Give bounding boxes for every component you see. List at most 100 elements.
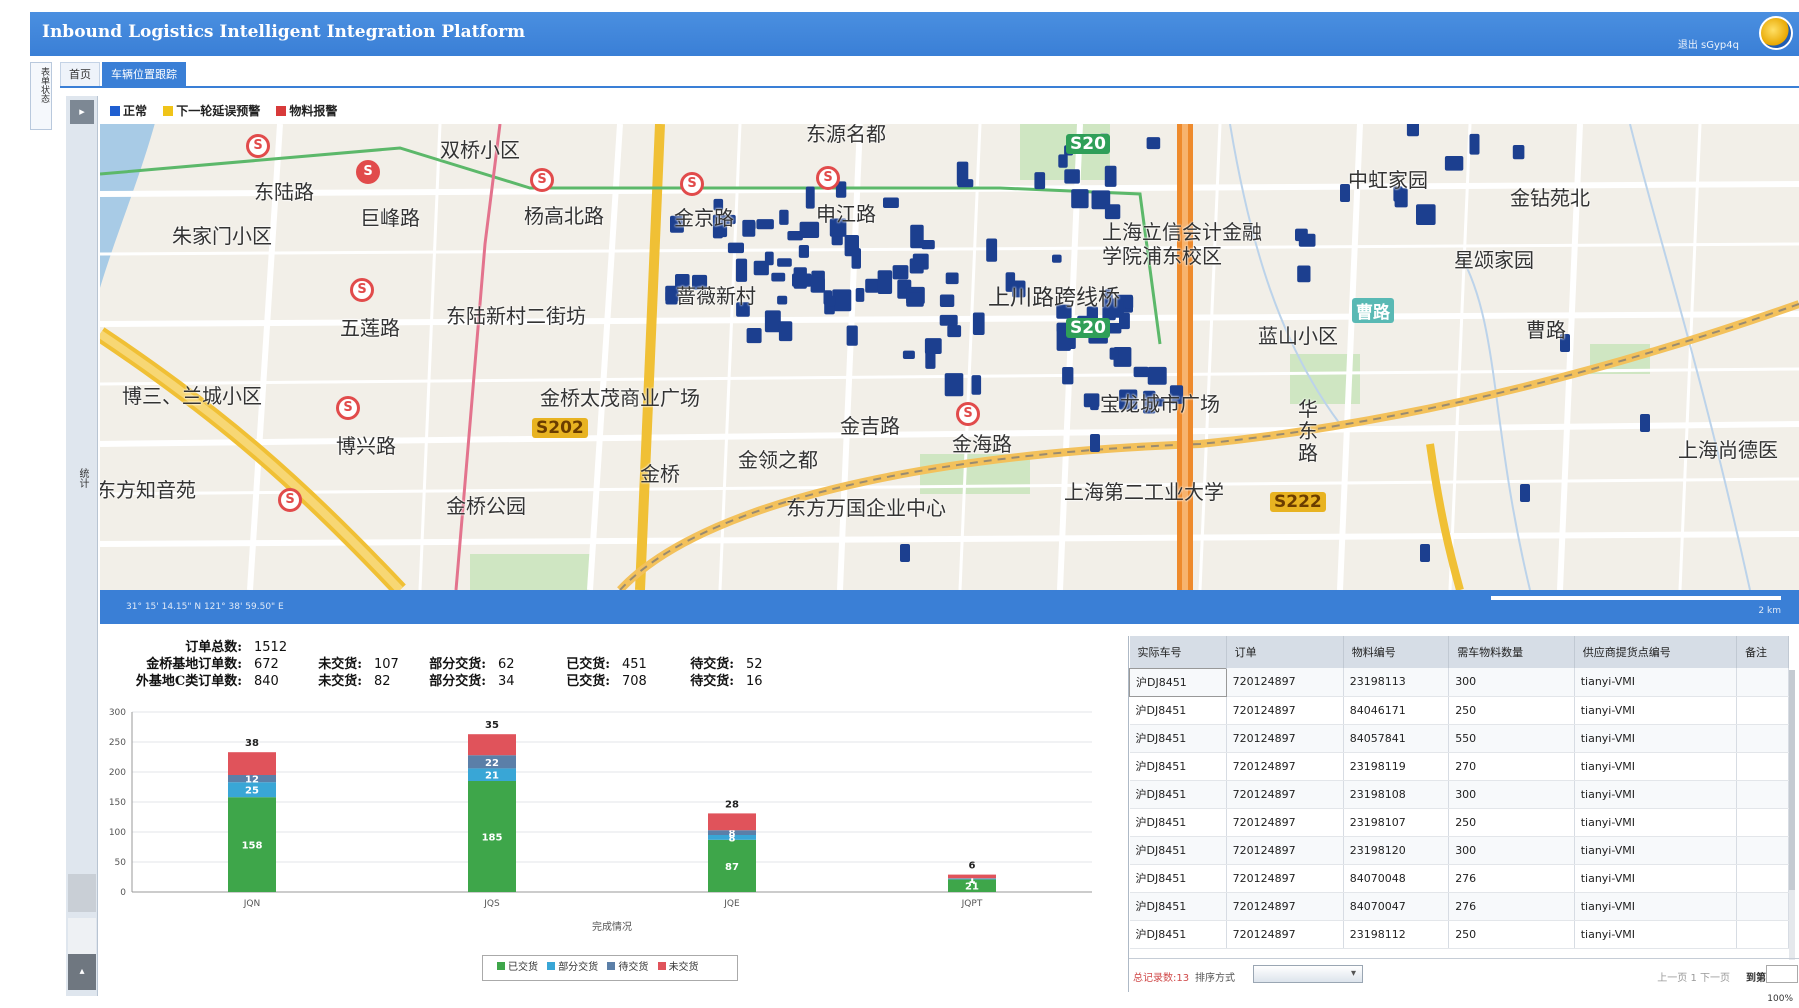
table-row[interactable]: 沪DJ8451 720124897 23198119 270 tianyi-VMI: [1129, 752, 1789, 781]
vehicle-marker[interactable]: [1444, 156, 1464, 171]
vehicle-marker[interactable]: [778, 321, 793, 342]
vehicle-marker[interactable]: [1469, 133, 1480, 155]
vehicle-marker[interactable]: [805, 186, 815, 209]
table-row[interactable]: 沪DJ8451 720124897 23198108 300 tianyi-VMI: [1129, 780, 1789, 809]
vehicle-marker[interactable]: [1064, 169, 1080, 184]
table-row[interactable]: 沪DJ8451 720124897 23198112 250 tianyi-VMI: [1129, 920, 1789, 949]
vehicle-marker[interactable]: [1052, 254, 1062, 263]
vehicle-marker[interactable]: [956, 161, 969, 186]
column-header[interactable]: 订单: [1226, 636, 1344, 668]
vehicle-marker[interactable]: [1062, 367, 1074, 385]
table-row[interactable]: 沪DJ8451 720124897 23198120 300 tianyi-VMI: [1129, 836, 1789, 865]
column-header[interactable]: 备注: [1736, 636, 1789, 668]
vehicle-marker[interactable]: [1090, 434, 1100, 452]
vehicle-marker[interactable]: [947, 325, 962, 338]
vehicle-marker[interactable]: [1071, 189, 1089, 209]
vehicle-marker[interactable]: [1416, 204, 1436, 225]
vehicle-marker[interactable]: [746, 328, 762, 344]
vehicle-marker[interactable]: [756, 219, 774, 230]
vehicle-marker[interactable]: [844, 235, 859, 257]
table-row[interactable]: 沪DJ8451 720124897 23198113 300 tianyi-VMI: [1129, 667, 1789, 697]
vehicle-marker[interactable]: [972, 312, 985, 336]
vehicle-marker[interactable]: [810, 277, 825, 293]
vehicle-marker[interactable]: [779, 209, 789, 225]
vehicle-marker[interactable]: [939, 314, 958, 326]
vehicle-marker[interactable]: [902, 350, 915, 359]
pager[interactable]: 上一页 1 下一页: [1657, 969, 1730, 984]
vehicle-marker[interactable]: [793, 267, 807, 289]
page-number-input[interactable]: [1766, 965, 1798, 983]
vehicle-marker[interactable]: [1420, 544, 1430, 562]
form-status-panel-tab[interactable]: 表单状态: [30, 62, 52, 130]
table-row[interactable]: 沪DJ8451 720124897 84070048 276 tianyi-VMI: [1129, 864, 1789, 893]
legend-label[interactable]: 待交货: [618, 962, 648, 973]
legend-label[interactable]: 已交货: [508, 962, 538, 973]
vehicle-marker[interactable]: [1034, 172, 1046, 190]
legend-label[interactable]: 部分交货: [558, 962, 598, 973]
vehicle-marker[interactable]: [971, 375, 982, 395]
vehicle-marker[interactable]: [939, 294, 955, 308]
vehicle-marker[interactable]: [1406, 124, 1419, 137]
vehicle-marker[interactable]: [1109, 347, 1119, 360]
tab-vehicle-tracking[interactable]: 车辆位置跟踪: [102, 62, 186, 86]
bar-segment[interactable]: [228, 752, 276, 775]
vehicle-marker[interactable]: [1512, 145, 1525, 160]
table-scrollbar[interactable]: [1789, 670, 1795, 960]
vehicle-marker[interactable]: [909, 258, 924, 274]
vehicle-marker[interactable]: [798, 245, 809, 258]
vehicle-marker[interactable]: [855, 288, 865, 302]
vehicle-marker[interactable]: [877, 270, 893, 294]
vehicle-marker[interactable]: [826, 295, 836, 307]
vehicle-marker[interactable]: [1058, 154, 1068, 168]
vehicle-marker[interactable]: [777, 258, 792, 267]
column-header[interactable]: 供应商提货点编号: [1574, 636, 1738, 668]
vehicle-marker[interactable]: [944, 373, 964, 397]
vehicle-marker[interactable]: [921, 240, 935, 250]
vehicle-marker[interactable]: [986, 238, 998, 262]
vehicle-marker[interactable]: [727, 242, 744, 254]
vehicle-marker[interactable]: [745, 221, 756, 230]
table-row[interactable]: 沪DJ8451 720124897 84070047 276 tianyi-VMI: [1129, 892, 1789, 921]
vehicle-marker[interactable]: [771, 272, 786, 282]
vehicle-marker[interactable]: [900, 544, 910, 562]
table-row[interactable]: 沪DJ8451 720124897 84046171 250 tianyi-VMI: [1129, 696, 1789, 725]
vehicle-marker[interactable]: [764, 251, 774, 266]
vehicle-marker[interactable]: [1147, 366, 1167, 385]
tab-home[interactable]: 首页: [60, 62, 100, 86]
vehicle-marker[interactable]: [1146, 137, 1161, 150]
scrollbar-thumb[interactable]: [1789, 670, 1795, 890]
rail-collapse-button[interactable]: ▴: [68, 954, 96, 990]
vehicle-marker[interactable]: [1083, 393, 1100, 408]
vehicle-marker[interactable]: [1125, 295, 1134, 309]
logout-link[interactable]: 退出 sGyp4q: [1678, 36, 1739, 51]
vehicle-marker[interactable]: [1133, 366, 1149, 378]
vehicle-marker[interactable]: [1298, 233, 1316, 247]
vehicle-marker[interactable]: [865, 278, 879, 293]
vehicle-marker[interactable]: [1520, 484, 1530, 502]
vehicle-marker[interactable]: [846, 325, 858, 346]
bar-segment[interactable]: [468, 734, 516, 756]
vehicle-marker[interactable]: [1640, 414, 1650, 432]
column-header[interactable]: 实际车号: [1129, 636, 1227, 668]
legend-label[interactable]: 未交货: [669, 962, 699, 973]
vehicle-marker[interactable]: [945, 272, 959, 285]
vehicle-map[interactable]: 东源名都 双桥小区 东陆路 巨峰路 朱家门小区 杨高北路 金京路 申江路 五莲路…: [100, 124, 1799, 590]
vehicle-marker[interactable]: [883, 197, 899, 209]
vehicle-marker[interactable]: [735, 258, 748, 282]
bar-segment[interactable]: [708, 813, 756, 831]
table-row[interactable]: 沪DJ8451 720124897 84057841 550 tianyi-VMI: [1129, 724, 1789, 753]
column-header[interactable]: 需车物料数量: [1448, 636, 1575, 668]
column-header[interactable]: 物料编号: [1343, 636, 1450, 668]
expand-arrow-icon[interactable]: ▸: [70, 100, 94, 124]
vehicle-marker[interactable]: [764, 310, 781, 333]
vehicle-marker[interactable]: [924, 338, 942, 354]
vehicle-marker[interactable]: [1104, 165, 1117, 187]
vehicle-marker[interactable]: [1104, 204, 1121, 220]
vehicle-marker[interactable]: [1297, 265, 1311, 283]
vehicle-marker[interactable]: [906, 292, 924, 307]
vehicle-marker[interactable]: [892, 265, 909, 280]
table-row[interactable]: 沪DJ8451 720124897 23198107 250 tianyi-VMI: [1129, 808, 1789, 837]
vehicle-marker[interactable]: [777, 295, 788, 305]
bar-segment[interactable]: [948, 874, 996, 879]
sort-select[interactable]: ▾: [1253, 965, 1363, 983]
